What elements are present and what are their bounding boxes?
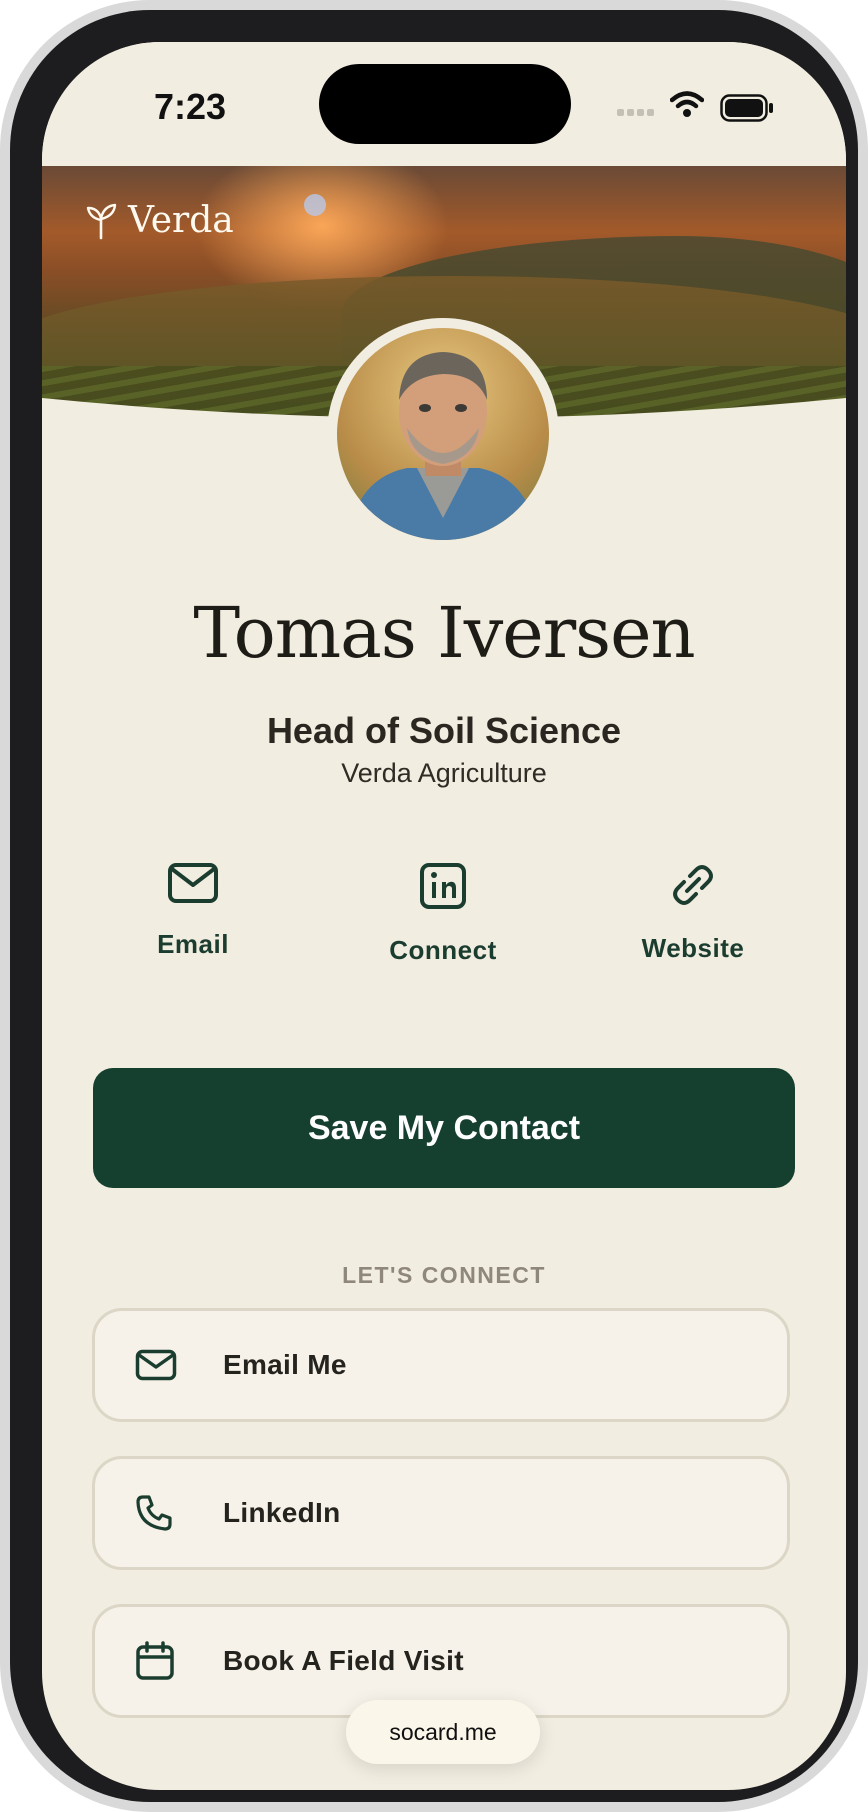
sprout-icon <box>86 203 117 239</box>
footer-url[interactable]: socard.me <box>346 1700 540 1764</box>
quick-action-email[interactable]: Email <box>103 862 283 960</box>
section-heading: LET'S CONNECT <box>342 1262 546 1288</box>
save-contact-button[interactable]: Save My Contact <box>93 1068 795 1188</box>
phone-bezel: 7:23 Verda Tomas Iversen Head of Soil Sc… <box>10 10 858 1802</box>
profile-title: Head of Soil Science <box>266 710 622 751</box>
quick-action-email-label: Email <box>157 929 229 959</box>
status-time: 7:23 <box>154 86 227 127</box>
quick-action-connect-label: Connect <box>389 935 497 965</box>
dynamic-island <box>319 64 571 144</box>
link-icon <box>673 865 713 905</box>
brand-logo: Verda <box>84 200 234 241</box>
profile-photo <box>347 352 539 540</box>
avatar <box>327 318 559 550</box>
quick-action-website[interactable]: Website <box>603 862 783 964</box>
screen: 7:23 Verda Tomas Iversen Head of Soil Sc… <box>42 42 846 1790</box>
phone-frame: 7:23 Verda Tomas Iversen Head of Soil Sc… <box>0 0 868 1812</box>
link-linkedin[interactable]: LinkedIn <box>92 1456 790 1570</box>
profile-company: Verda Agriculture <box>341 758 547 788</box>
status-bar: 7:23 <box>42 42 846 166</box>
envelope-icon <box>135 1349 177 1381</box>
signal-icon <box>617 109 654 116</box>
brand-name: Verda <box>128 200 234 241</box>
link-linkedin-label: LinkedIn <box>223 1497 341 1528</box>
quick-action-connect[interactable]: Connect <box>353 862 533 966</box>
phone-icon <box>136 1495 172 1531</box>
link-book-field-visit-label: Book A Field Visit <box>223 1645 464 1676</box>
calendar-icon <box>136 1641 174 1680</box>
sun-glow <box>304 194 326 216</box>
quick-action-website-label: Website <box>641 933 745 963</box>
link-email-me[interactable]: Email Me <box>92 1308 790 1422</box>
link-email-me-label: Email Me <box>223 1349 347 1380</box>
wifi-icon <box>670 91 704 117</box>
linkedin-icon <box>420 863 466 909</box>
envelope-icon <box>168 863 218 903</box>
battery-icon <box>720 94 773 122</box>
profile-name: Tomas Iversen <box>193 592 695 674</box>
